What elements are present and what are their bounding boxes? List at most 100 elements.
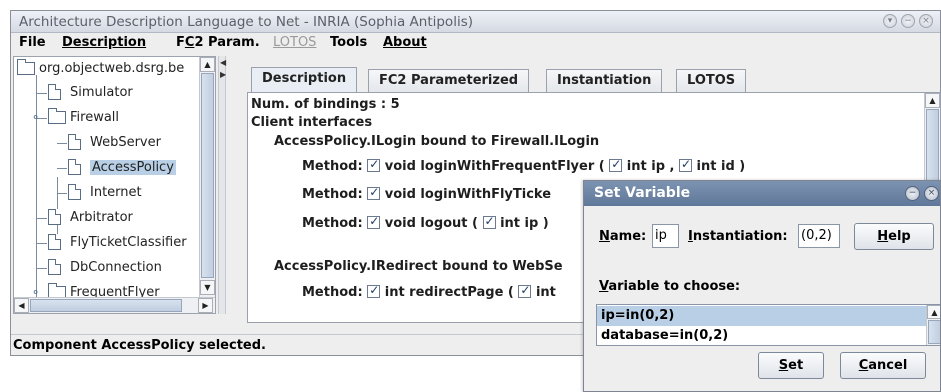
method-signature: void loginWithFrequentFlyer ( [384, 159, 605, 174]
document-icon [48, 259, 61, 275]
tree-line [37, 243, 47, 244]
set-button-mnemonic: S [778, 358, 789, 373]
scrollbar-thumb[interactable] [928, 320, 940, 344]
method-checkbox[interactable] [367, 157, 381, 172]
instantiation-field[interactable]: (0,2) [798, 224, 840, 248]
method-row-redirect-page: Method: int redirectPage ( int [302, 283, 556, 300]
cancel-button-mnemonic: C [858, 358, 869, 373]
tree-line [37, 268, 47, 269]
document-icon [48, 209, 61, 225]
instantiation-label: Instantiation: [688, 229, 788, 244]
tree-line [57, 177, 58, 239]
document-icon [68, 159, 81, 175]
tree-line [57, 143, 67, 144]
tree-node-label: Arbitrator [70, 210, 133, 225]
scrollbar-thumb[interactable] [926, 109, 939, 181]
param-checkbox[interactable] [679, 157, 693, 172]
minimize-icon[interactable]: − [901, 14, 915, 28]
expand-right-arrow-icon[interactable]: ▶ [220, 70, 226, 79]
param-checkbox[interactable] [518, 283, 532, 298]
minimize-icon[interactable]: − [905, 186, 920, 201]
chevron-down-icon[interactable]: ▾ [883, 14, 897, 28]
menu-fc2-param[interactable]: FC2 Param. [176, 35, 260, 50]
method-signature: void logout ( [384, 216, 478, 231]
variable-to-choose-label: Variable to choose: [599, 279, 740, 294]
variable-label-text: ariable to choose: [608, 279, 741, 294]
close-icon[interactable]: × [919, 14, 933, 28]
name-field[interactable]: ip [652, 224, 679, 248]
scroll-down-arrow-icon[interactable]: ▼ [200, 280, 215, 295]
tree-vertical-scrollbar[interactable]: ▲ ▼ [199, 57, 215, 297]
scroll-up-arrow-icon[interactable]: ▲ [927, 305, 940, 319]
set-button[interactable]: Set [758, 352, 824, 379]
tree-node-label: FlyTicketClassifier [70, 235, 187, 250]
method-label: Method: [302, 187, 363, 202]
menu-about[interactable]: About [383, 35, 427, 50]
name-label: Name: [599, 229, 646, 244]
param-checkbox[interactable] [482, 214, 496, 229]
tree-node-label: DbConnection [70, 260, 162, 275]
title-bar[interactable]: Architecture Description Language to Net… [11, 11, 940, 33]
split-pane-divider[interactable]: ◀ ▶ [218, 56, 226, 314]
component-tree: org.objectweb.dsrg.be Simulator ⚬ Firewa… [13, 56, 216, 314]
menu-file[interactable]: File [19, 35, 46, 50]
tree-node-label: WebServer [90, 135, 161, 150]
menu-bar: File Description FC2 Param. LOTOS Tools … [11, 34, 940, 54]
set-variable-dialog: Set Variable − × Name: ip Instantiation:… [583, 180, 941, 392]
param-label: int id ) [696, 159, 746, 174]
name-label-text: ame: [609, 229, 647, 244]
help-button[interactable]: Help [854, 223, 934, 250]
method-checkbox[interactable] [367, 283, 381, 298]
document-icon [68, 184, 81, 200]
tab-lotos[interactable]: LOTOS [676, 69, 747, 93]
help-button-text: elp [888, 229, 911, 244]
tree-node-label: AccessPolicy [90, 160, 176, 175]
close-icon[interactable]: × [924, 186, 939, 201]
document-icon [68, 134, 81, 150]
dialog-title-bar[interactable]: Set Variable − × [584, 181, 940, 206]
method-checkbox[interactable] [367, 214, 381, 229]
scrollbar-thumb[interactable] [201, 73, 214, 278]
binding-login: AccessPolicy.ILogin bound to Firewall.IL… [274, 134, 600, 149]
folder-icon [48, 108, 66, 124]
method-checkbox[interactable] [367, 185, 381, 200]
method-row-logout: Method: void logout ( int ip ) [302, 214, 549, 231]
bindings-count: Num. of bindings : 5 [251, 97, 400, 112]
tree-node-label: Internet [90, 185, 142, 200]
menu-tools[interactable]: Tools [330, 35, 367, 50]
tab-fc2-parameterized[interactable]: FC2 Parameterized [368, 69, 530, 93]
tab-instantiation[interactable]: Instantiation [546, 69, 663, 93]
scrollbar-thumb[interactable] [30, 299, 182, 312]
variable-list-item[interactable]: ip=in(0,2) [597, 306, 926, 326]
menu-fc2-prefix: F [176, 35, 185, 50]
cancel-button[interactable]: Cancel [840, 352, 926, 379]
name-label-mnemonic: N [599, 229, 610, 244]
instantiation-label-text: nstantiation: [692, 229, 788, 244]
variable-list[interactable]: ip=in(0,2) database=in(0,2) ▲ [596, 304, 940, 346]
document-icon [48, 84, 61, 100]
scroll-up-arrow-icon[interactable]: ▲ [200, 57, 215, 72]
method-label: Method: [302, 285, 363, 300]
document-icon [48, 234, 61, 250]
tree-horizontal-scrollbar[interactable]: ◀ ▶ [14, 297, 215, 313]
param-checkbox[interactable] [609, 157, 623, 172]
variable-list-item[interactable]: database=in(0,2) [597, 326, 926, 345]
method-label: Method: [302, 216, 363, 231]
menu-lotos: LOTOS [273, 35, 317, 50]
tree-node-label: Simulator [70, 85, 133, 100]
tree-line [37, 218, 47, 219]
tree-node-label: Firewall [70, 110, 120, 125]
help-button-mnemonic: H [877, 229, 889, 244]
collapse-left-arrow-icon[interactable]: ◀ [220, 58, 226, 67]
binding-redirect: AccessPolicy.IRedirect bound to WebSe [274, 259, 563, 274]
tab-description[interactable]: Description [251, 67, 358, 94]
method-row-login-fly-ticket: Method: void loginWithFlyTicke [302, 185, 551, 202]
scroll-right-arrow-icon[interactable]: ▶ [198, 298, 213, 313]
folder-icon [17, 59, 35, 75]
scroll-left-arrow-icon[interactable]: ◀ [14, 298, 29, 313]
scroll-up-arrow-icon[interactable]: ▲ [925, 93, 940, 108]
variable-list-scrollbar[interactable]: ▲ [926, 305, 940, 345]
menu-description[interactable]: Description [62, 35, 146, 50]
tree-node-label: org.objectweb.dsrg.be [39, 61, 185, 76]
tree-line [37, 93, 47, 94]
